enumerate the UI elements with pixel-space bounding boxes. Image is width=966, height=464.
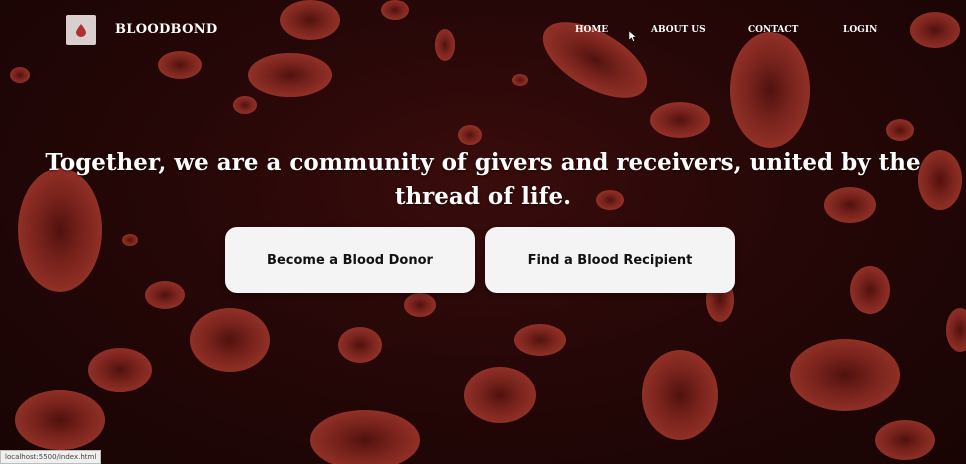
- top-navbar: BLOODBOND HOME ABOUT US CONTACT LOGIN: [0, 0, 966, 62]
- mouse-cursor-icon: [629, 31, 637, 42]
- hero-title: Together, we are a community of givers a…: [45, 149, 921, 210]
- find-recipient-button[interactable]: Find a Blood Recipient: [485, 227, 735, 293]
- nav-about-link[interactable]: ABOUT US: [651, 25, 706, 35]
- brand-name[interactable]: BLOODBOND: [115, 22, 217, 37]
- become-donor-button[interactable]: Become a Blood Donor: [225, 227, 475, 293]
- status-bar-url: localhost:5500/index.html: [0, 450, 102, 464]
- nav-home-link[interactable]: HOME: [575, 25, 608, 35]
- blood-cells-background: [10, 0, 966, 464]
- landing-page: BLOODBOND HOME ABOUT US CONTACT LOGIN To…: [0, 0, 966, 464]
- blood-drop-icon: [76, 24, 86, 37]
- brand-logo[interactable]: [66, 15, 96, 45]
- nav-contact-link[interactable]: CONTACT: [748, 25, 798, 35]
- nav-login-link[interactable]: LOGIN: [843, 25, 877, 35]
